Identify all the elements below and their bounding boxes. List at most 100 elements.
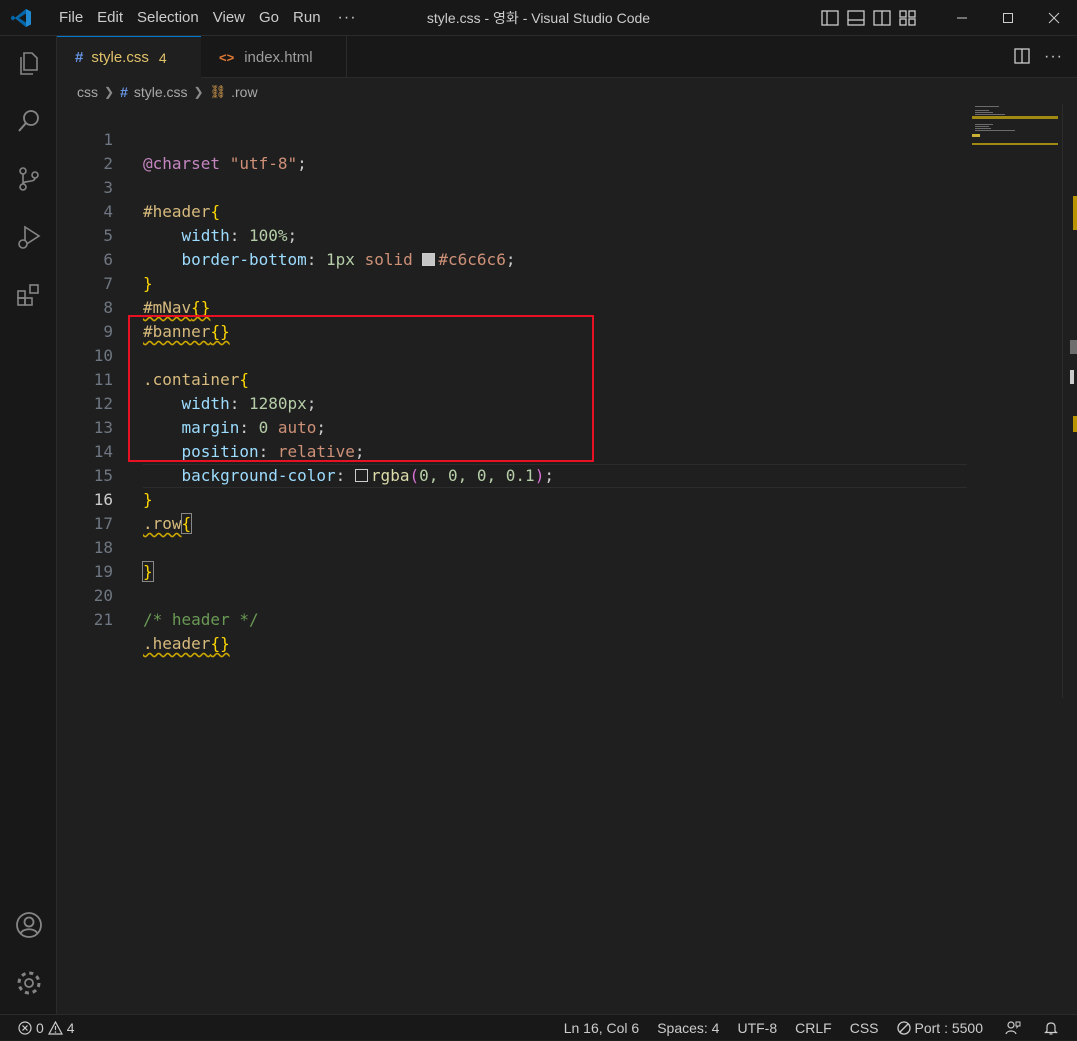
minimap-line: [975, 128, 991, 129]
more-actions-icon[interactable]: ···: [1044, 48, 1063, 66]
menu-file[interactable]: File: [52, 0, 90, 36]
code-line: 11 width: 1280px;: [57, 344, 967, 413]
code-line: 8 #banner{}: [57, 272, 967, 341]
code-line: 9: [57, 296, 967, 341]
line-ending[interactable]: CRLF: [795, 1020, 832, 1036]
menu-view[interactable]: View: [206, 0, 252, 36]
layout-controls: [821, 0, 917, 36]
toggle-panel-icon[interactable]: [847, 10, 865, 26]
code-line: 13 position: relative;: [57, 392, 967, 461]
minimap-line: [975, 124, 993, 125]
scroll-warning-marker: [1073, 416, 1077, 432]
menu-go[interactable]: Go: [252, 0, 286, 36]
css-hash-icon: #: [75, 49, 84, 66]
css-hash-icon: #: [120, 84, 128, 100]
close-icon: [1048, 12, 1060, 24]
account-icon[interactable]: [14, 910, 44, 940]
code-line: 10 .container{: [57, 320, 967, 389]
minimap-line: [975, 106, 999, 107]
run-debug-icon[interactable]: [14, 222, 44, 252]
tab-label: style.css: [91, 49, 149, 66]
search-icon[interactable]: [14, 106, 44, 136]
title-bar: File Edit Selection View Go Run ··· styl…: [0, 0, 1077, 36]
maximize-icon: [1003, 13, 1013, 23]
scroll-cursor-marker: [1070, 370, 1074, 384]
live-server-status[interactable]: Port : 5500: [896, 1020, 983, 1036]
menu-selection[interactable]: Selection: [130, 0, 206, 36]
code-line: 1 @charset "utf-8";: [57, 104, 967, 173]
indentation[interactable]: Spaces: 4: [657, 1020, 719, 1036]
window-controls: [939, 0, 1077, 36]
split-editor-icon[interactable]: [1014, 47, 1030, 67]
menu-bar: File Edit Selection View Go Run ···: [52, 0, 367, 36]
tab-bar: # style.css 4 <> index.html ···: [57, 36, 1077, 78]
code-line: 5 border-bottom: 1px solid #c6c6c6;: [57, 200, 967, 269]
encoding[interactable]: UTF-8: [737, 1020, 777, 1036]
minimize-button[interactable]: [939, 0, 985, 36]
code-line: 17: [57, 488, 967, 533]
explorer-icon[interactable]: [14, 48, 44, 78]
toggle-primary-sidebar-icon[interactable]: [821, 10, 839, 26]
source-control-icon[interactable]: [14, 164, 44, 194]
code-line: 3 #header{: [57, 152, 967, 221]
feedback-icon[interactable]: [1005, 1020, 1021, 1036]
toggle-secondary-sidebar-icon[interactable]: [873, 10, 891, 26]
error-count: 0: [36, 1020, 44, 1036]
minimap-line: [975, 110, 989, 111]
breadcrumb-folder[interactable]: css: [77, 84, 98, 100]
language-mode[interactable]: CSS: [850, 1020, 879, 1036]
notifications-bell-icon[interactable]: [1043, 1020, 1059, 1036]
close-button[interactable]: [1031, 0, 1077, 36]
scroll-warning-marker: [1073, 196, 1077, 230]
code-line: 21 .header{}: [57, 584, 967, 653]
tab-index-html[interactable]: <> index.html: [201, 36, 347, 78]
breadcrumb-file[interactable]: style.css: [134, 84, 188, 100]
menu-edit[interactable]: Edit: [90, 0, 130, 36]
status-bar: 0 4 Ln 16, Col 6 Spaces: 4 UTF-8 CRLF CS…: [0, 1014, 1077, 1040]
chevron-right-icon: ❯: [193, 85, 204, 99]
code-line: 2: [57, 128, 967, 173]
breadcrumb: css ❯ # style.css ❯ ⛓ .row: [77, 80, 258, 104]
scroll-position-marker: [1070, 340, 1077, 354]
menu-run[interactable]: Run: [286, 0, 328, 36]
activity-bar: [0, 36, 57, 1014]
chevron-right-icon: ❯: [104, 85, 115, 99]
minimap-line: [975, 114, 1005, 115]
code-line: 15 }: [57, 440, 967, 509]
code-line: 20 /* header */: [57, 560, 967, 629]
code-line: 7 #mNav{}: [57, 248, 967, 317]
maximize-button[interactable]: [985, 0, 1031, 36]
symbol-class-icon: ⛓: [209, 84, 227, 99]
status-right: Ln 16, Col 6 Spaces: 4 UTF-8 CRLF CSS Po…: [546, 1015, 1059, 1041]
minimap-warning-highlight: [972, 134, 980, 137]
menu-more-icon[interactable]: ···: [328, 9, 367, 27]
minimap-line: [975, 126, 989, 127]
circle-slash-icon: [896, 1021, 911, 1035]
code-line: 4 width: 100%;: [57, 176, 967, 245]
problems-status[interactable]: 0 4: [18, 1015, 75, 1041]
code-editor[interactable]: 1 @charset "utf-8"; 2 3 #header{ 4 width…: [57, 104, 1062, 1014]
minimize-icon: [957, 17, 967, 19]
tab-label: index.html: [244, 48, 313, 66]
cursor-position[interactable]: Ln 16, Col 6: [564, 1020, 640, 1036]
vertical-scrollbar[interactable]: [1062, 104, 1077, 698]
warning-icon: [47, 1021, 63, 1035]
extensions-icon[interactable]: [14, 280, 44, 310]
code-line: 12 margin: 0 auto;: [57, 368, 967, 437]
code-line-current: 16 .row{: [57, 464, 967, 534]
settings-gear-icon[interactable]: [14, 968, 44, 998]
minimap[interactable]: [972, 104, 1060, 164]
breadcrumb-symbol[interactable]: .row: [231, 84, 257, 100]
minimap-line: [975, 130, 1015, 131]
html-code-icon: <>: [219, 49, 235, 65]
customize-layout-icon[interactable]: [899, 10, 917, 26]
minimap-warning-highlight: [972, 143, 1058, 145]
tab-style-css[interactable]: # style.css 4: [57, 36, 201, 78]
minimap-line: [975, 112, 993, 113]
error-icon: [18, 1021, 32, 1035]
code-line: 6 }: [57, 224, 967, 293]
line-number: 21: [93, 610, 113, 629]
problems-count-badge: 4: [158, 49, 167, 66]
minimap-warning-highlight: [972, 116, 1058, 119]
editor-actions: ···: [1014, 36, 1063, 78]
